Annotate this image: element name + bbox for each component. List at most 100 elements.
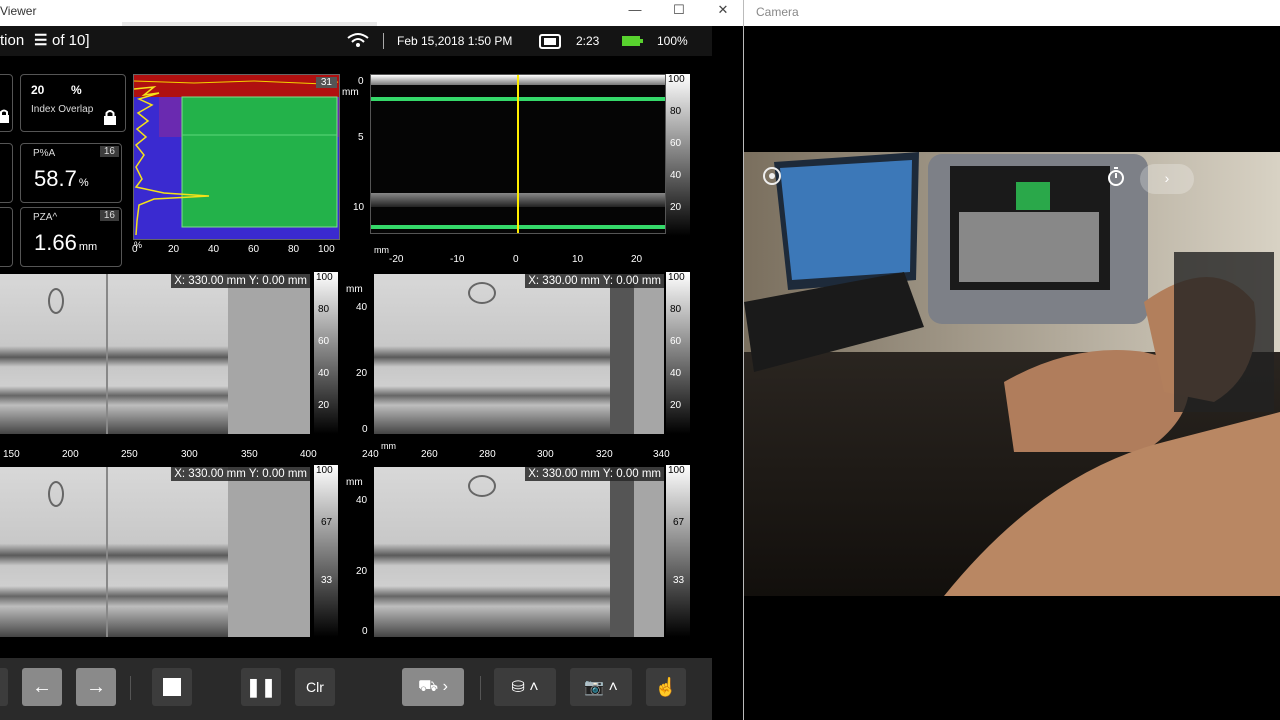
cscan2-y-tick: 20 (356, 368, 368, 379)
setup-title[interactable]: tion (0, 32, 24, 49)
c-scan-1-color-scale: 100 80 60 40 20 (314, 272, 338, 434)
b-scan-color-scale: 100 80 60 40 20 (666, 74, 690, 236)
pa-reading[interactable]: P%A 16 58.7% (20, 143, 122, 203)
bscan-y-tick: 10 (353, 202, 365, 213)
bscan-unit: mm (342, 87, 359, 98)
next-button[interactable]: → (76, 668, 116, 706)
scale-tick: 33 (673, 575, 685, 586)
cscan4-y-tick: 0 (362, 626, 368, 637)
cscan2-y-tick: 0 (362, 424, 368, 435)
scale-tick: 80 (670, 304, 682, 315)
scale-tick: 20 (670, 202, 682, 213)
pza-label: PZA^ (33, 212, 58, 223)
battery-percent: 100% (657, 34, 688, 48)
previous-button[interactable]: ← (22, 668, 62, 706)
cscan1-x-tick: 200 (62, 449, 79, 460)
stop-button[interactable] (152, 668, 192, 706)
bscan-x-tick: -20 (389, 254, 404, 265)
a-scan-x-axis: 0 20 40 60 80 100 (131, 244, 341, 260)
c-scan-2[interactable]: X: 330.00 mm Y: 0.00 mm (374, 274, 664, 434)
index-overlap-label: Index Overlap (31, 104, 94, 115)
lock-icon (0, 109, 9, 123)
camera-icon: 📷 ˄ (584, 679, 618, 696)
reading-box-left-2 (0, 143, 13, 203)
scale-tick: 60 (318, 336, 330, 347)
data-settings-button[interactable]: ⛁ ˄ (494, 668, 556, 706)
pza-reading[interactable]: PZA^ 16 1.66 mm (20, 207, 122, 267)
pza-value: 1.66 (34, 230, 77, 255)
scale-tick: 20 (318, 400, 330, 411)
scale-tick: 80 (318, 304, 330, 315)
cscan2-x-tick: 320 (596, 449, 613, 460)
indication-mark (468, 475, 496, 497)
scale-tick: 100 (316, 272, 333, 283)
database-gear-icon: ⛁ ˄ (511, 679, 539, 696)
c-scan-blank-region (228, 467, 310, 637)
a-scan-view[interactable]: 31 (133, 74, 340, 240)
scale-tick: 67 (321, 517, 333, 528)
c-scan-blank-region (634, 274, 664, 434)
cscan1-x-tick: 150 (3, 449, 20, 460)
screenshot-button[interactable]: 📷 ˄ (570, 668, 632, 706)
maximize-button[interactable]: ☐ (656, 0, 702, 22)
camera-settings-icon[interactable] (762, 166, 782, 186)
c-scan-4[interactable]: X: 330.00 mm Y: 0.00 mm (374, 467, 664, 637)
bscan-x-tick: -10 (450, 254, 465, 265)
touch-mode-button[interactable]: ☝ (646, 668, 686, 706)
scale-tick: 67 (673, 517, 685, 528)
pause-button[interactable]: ❚❚ (241, 668, 281, 706)
c-scan-blank-region (634, 467, 664, 637)
scroll-left-button[interactable]: ‹ (0, 668, 8, 706)
minimize-button[interactable]: — (612, 0, 658, 22)
arrow-right-icon: → (86, 675, 106, 698)
close-button[interactable]: ✕ (700, 0, 744, 22)
bscan-y-tick: 5 (358, 132, 364, 143)
c-scan-3-color-scale: 100 67 33 (314, 465, 338, 637)
scale-tick: 80 (670, 106, 682, 117)
cscan2-x-tick: 240 (362, 449, 379, 460)
cscan4-y-tick: 20 (356, 566, 368, 577)
scale-tick: 100 (316, 465, 333, 476)
ascan-percent-label: % (134, 240, 143, 250)
viewer-window-title: Viewer (0, 4, 37, 18)
c-scan-4-color-scale: 100 67 33 (666, 465, 690, 637)
a-scan-plot (134, 75, 339, 239)
index-overlap-reading[interactable]: 20 % Index Overlap (20, 74, 126, 132)
scale-tick: 60 (670, 138, 682, 149)
reading-box-left-1 (0, 74, 13, 132)
index-overlap-value: 20 (31, 83, 45, 97)
c-scan-dark-band (610, 274, 634, 434)
c-scan-1[interactable]: X: 330.00 mm Y: 0.00 mm (0, 274, 310, 434)
expand-controls-chevron-icon[interactable]: › (1140, 164, 1194, 194)
pza-unit: mm (78, 241, 98, 253)
viewer-titlebar: Viewer — ☐ ✕ (0, 0, 744, 26)
c-scan-2-color-scale: 100 80 60 40 20 (666, 272, 690, 434)
b-scan-cursor[interactable] (517, 75, 519, 233)
ascan-tick: 80 (288, 244, 300, 255)
bscan-y-tick: 0 (358, 76, 364, 87)
scan-mode-button[interactable]: ⛟ › (402, 668, 464, 706)
indication-mark (468, 282, 496, 304)
c-scan-3[interactable]: X: 330.00 mm Y: 0.00 mm (0, 467, 310, 637)
cscan1-x-tick: 350 (241, 449, 258, 460)
c-scan-2-x-axis: 240 260 280 300 320 340 (362, 449, 692, 463)
b-scan-view[interactable] (370, 74, 666, 234)
camera-titlebar: Camera (744, 0, 1280, 26)
scale-tick: 40 (670, 170, 682, 181)
scan-timer-icon (539, 34, 561, 49)
cscan2-x-tick: 280 (479, 449, 496, 460)
c-scan-blank-region (228, 274, 310, 434)
pa-value: 58.7 (34, 166, 77, 191)
pa-value-line: 58.7% (34, 166, 89, 192)
time-remaining: 2:23 (576, 34, 600, 48)
scanner-icon: ⛟ › (418, 678, 448, 695)
cscan4-unit: mm (346, 477, 363, 488)
cscan2-x-tick: 260 (421, 449, 438, 460)
pa-label: P%A (33, 148, 56, 159)
timer-icon[interactable] (1106, 166, 1128, 188)
camera-feed[interactable]: › (744, 152, 1280, 596)
hand-pointer-icon: ☝ (654, 676, 678, 697)
cscan4-y-tick: 40 (356, 495, 368, 506)
weld-edge (106, 274, 108, 434)
clear-button[interactable]: Clr (295, 668, 335, 706)
